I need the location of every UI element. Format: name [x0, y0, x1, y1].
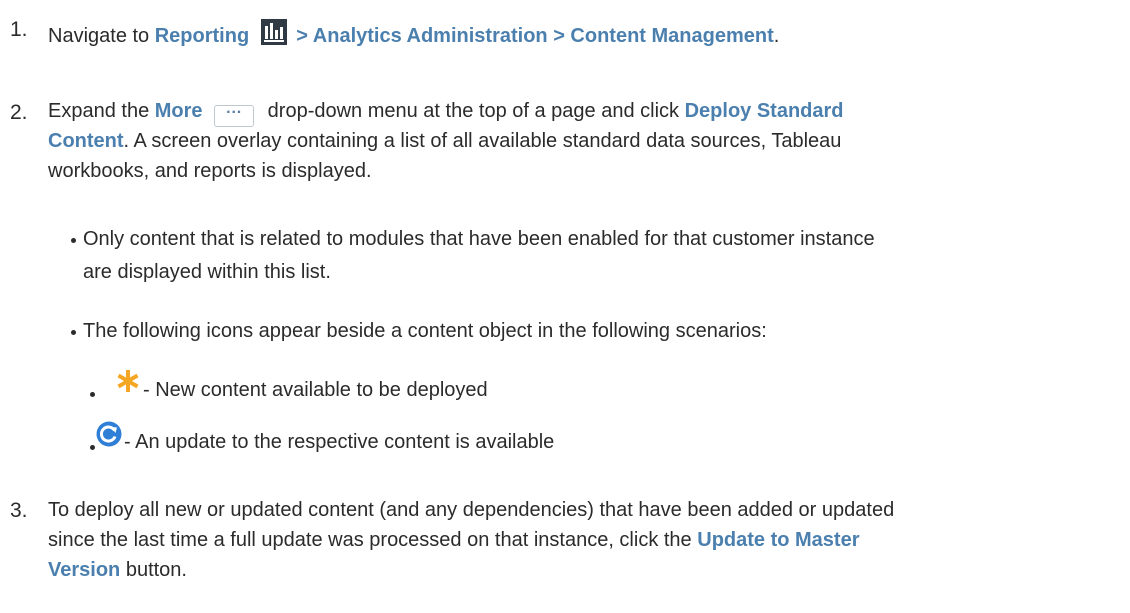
step-number: 1. — [10, 18, 28, 41]
icon-description: - An update to the respective content is… — [124, 431, 555, 453]
bullet-dot — [90, 445, 95, 450]
more-menu-label[interactable]: More — [155, 100, 203, 122]
bullet-text: are displayed within this list. — [83, 261, 331, 283]
step-3-line-1: To deploy all new or updated content (an… — [48, 499, 895, 521]
bullet-text: Only content that is related to modules … — [83, 228, 875, 250]
step-number: 3. — [10, 499, 28, 522]
step-text-end: . — [773, 25, 780, 47]
deploy-standard-content-link-continued[interactable]: Content — [48, 130, 124, 152]
step-1-text: Navigate to Reporting > Analytics Admini… — [48, 19, 779, 46]
step-2-line-3: workbooks, and reports is displayed. — [48, 160, 372, 182]
step-text: button. — [120, 559, 187, 581]
step-text: since the last time a full update was pr… — [48, 529, 698, 551]
step-2-line-1: Expand the More ··· drop-down menu at th… — [48, 101, 844, 127]
update-to-master-version-link[interactable]: Update to Master — [697, 529, 859, 551]
deploy-standard-content-link[interactable]: Deploy Standard — [685, 100, 844, 122]
asterisk-icon — [116, 369, 140, 393]
step-text: Expand the — [48, 100, 155, 122]
ellipsis-button-icon: ··· — [214, 105, 255, 127]
bullet-dot — [71, 330, 76, 335]
bullet-dot — [90, 392, 95, 397]
refresh-icon — [96, 421, 122, 447]
step-3-line-3: Version button. — [48, 560, 187, 580]
bar-chart-icon — [260, 19, 287, 45]
icon-description: - New content available to be deployed — [143, 379, 488, 401]
bullet-dot — [71, 238, 76, 243]
step-2-line-2: Content. A screen overlay containing a l… — [48, 131, 841, 151]
step-3-line-2: since the last time a full update was pr… — [48, 530, 860, 550]
step-text: . A screen overlay containing a list of … — [123, 130, 842, 152]
update-to-master-version-link-continued[interactable]: Version — [48, 559, 120, 581]
step-text: Navigate to — [48, 25, 155, 47]
step-number: 2. — [10, 101, 28, 124]
bullet-text: The following icons appear beside a cont… — [83, 320, 767, 342]
navigation-path: > Analytics Administration > Content Man… — [290, 25, 774, 47]
step-text: drop-down menu at the top of a page and … — [262, 100, 685, 122]
reporting-link[interactable]: Reporting — [155, 25, 249, 47]
